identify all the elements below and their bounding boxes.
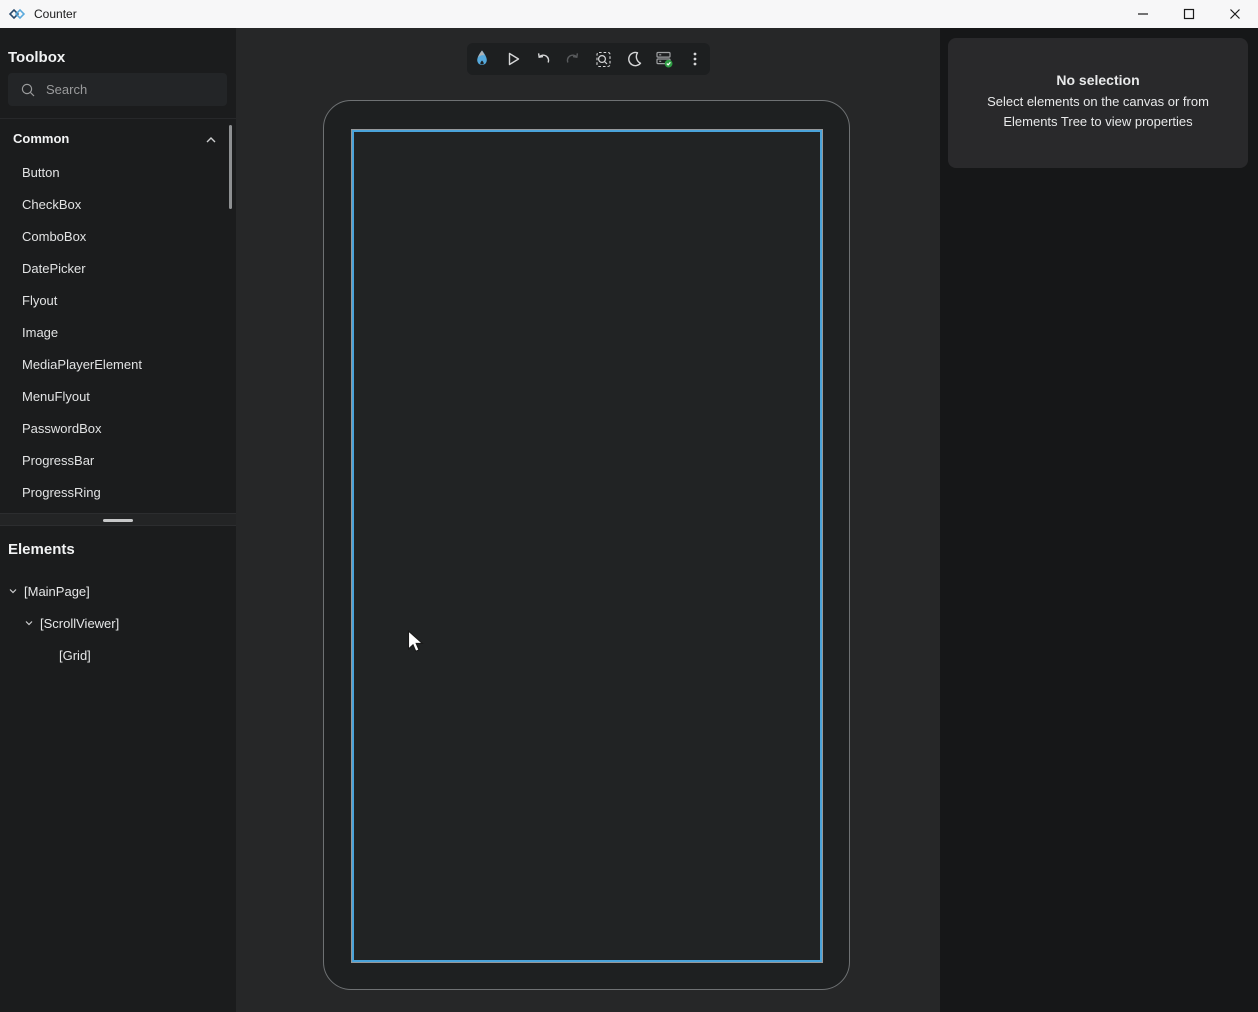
canvas-toolbar (467, 43, 710, 75)
window-title: Counter (34, 7, 77, 21)
toolbox-item-progressbar[interactable]: ProgressBar (0, 444, 228, 476)
chevron-down-icon[interactable] (21, 617, 37, 629)
elements-heading: Elements (8, 541, 75, 558)
app-window: Counter Toolbox (0, 0, 1258, 1012)
undo-icon[interactable] (529, 45, 557, 73)
chevron-down-icon[interactable] (5, 585, 21, 597)
toolbox-scrollbar-thumb[interactable] (229, 125, 232, 209)
splitter-grip (103, 519, 133, 522)
connection-status-icon[interactable] (650, 45, 678, 73)
toolbox-item-passwordbox[interactable]: PasswordBox (0, 412, 228, 444)
play-icon[interactable] (499, 45, 527, 73)
search-icon (20, 82, 36, 98)
toolbox-item-mediaplayer[interactable]: MediaPlayerElement (0, 348, 228, 380)
section-common-label: Common (13, 131, 69, 146)
app-logo-icon (8, 5, 26, 23)
toolbox-list: Button CheckBox ComboBox DatePicker Flyo… (0, 156, 228, 508)
no-selection-card: No selection Select elements on the canv… (948, 38, 1248, 168)
section-common-header[interactable]: Common (0, 128, 236, 152)
toolbox-item-checkbox[interactable]: CheckBox (0, 188, 228, 220)
window-controls (1120, 0, 1258, 28)
properties-panel: No selection Select elements on the canv… (940, 28, 1258, 1012)
toolbox-item-flyout[interactable]: Flyout (0, 284, 228, 316)
toolbox-panel: Toolbox Common Button CheckBox ComboBox … (0, 28, 236, 1012)
theme-moon-icon[interactable] (620, 45, 648, 73)
redo-icon[interactable] (559, 45, 587, 73)
no-selection-message: Select elements on the canvas or from El… (967, 92, 1229, 132)
toolbox-item-button[interactable]: Button (0, 156, 228, 188)
page-root-selection[interactable] (352, 130, 822, 962)
more-options-icon[interactable] (681, 45, 709, 73)
design-canvas[interactable] (236, 28, 940, 1012)
toolbox-item-datepicker[interactable]: DatePicker (0, 252, 228, 284)
minimize-button[interactable] (1120, 0, 1166, 28)
hot-reload-flame-icon[interactable] (468, 45, 496, 73)
tree-item-grid[interactable]: [Grid] (0, 639, 236, 671)
no-selection-title: No selection (948, 72, 1248, 88)
divider (0, 118, 236, 119)
minimize-icon (1137, 8, 1149, 20)
close-icon (1229, 8, 1241, 20)
zoom-selection-icon[interactable] (590, 45, 618, 73)
panel-splitter[interactable] (0, 513, 236, 526)
tree-item-scrollviewer[interactable]: [ScrollViewer] (0, 607, 236, 639)
close-button[interactable] (1212, 0, 1258, 28)
chevron-up-icon[interactable] (203, 132, 219, 153)
tree-item-mainpage[interactable]: [MainPage] (0, 575, 236, 607)
toolbox-item-progressring[interactable]: ProgressRing (0, 476, 228, 508)
elements-tree: [MainPage] [ScrollViewer] [Grid] (0, 575, 236, 671)
toolbox-search (8, 73, 227, 106)
toolbox-heading: Toolbox (8, 49, 65, 66)
toolbox-item-menuflyout[interactable]: MenuFlyout (0, 380, 228, 412)
search-input[interactable] (46, 82, 206, 97)
maximize-button[interactable] (1166, 0, 1212, 28)
toolbox-item-combobox[interactable]: ComboBox (0, 220, 228, 252)
toolbox-item-image[interactable]: Image (0, 316, 228, 348)
maximize-icon (1183, 8, 1195, 20)
titlebar: Counter (0, 0, 1258, 28)
